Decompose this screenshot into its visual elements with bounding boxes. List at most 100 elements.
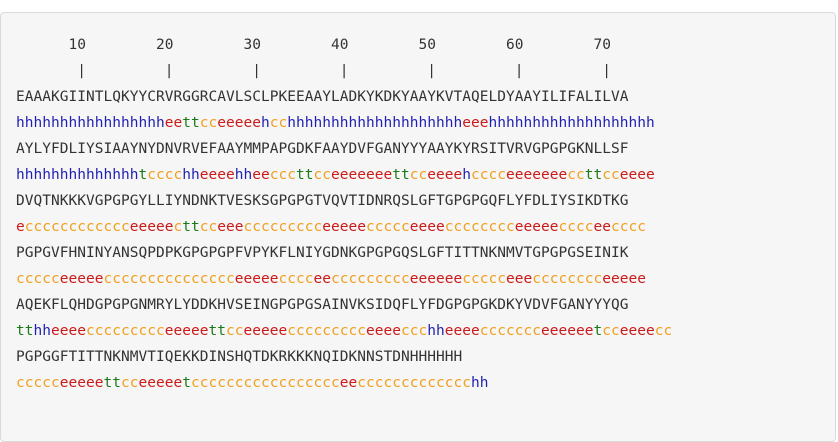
structure-char: c bbox=[497, 167, 506, 183]
structure-char: e bbox=[576, 323, 585, 339]
structure-char: h bbox=[637, 115, 646, 131]
structure-char: c bbox=[374, 271, 384, 287]
structure-char: e bbox=[409, 271, 419, 287]
structure-char: h bbox=[33, 323, 43, 339]
structure-char: c bbox=[296, 323, 305, 339]
structure-char: c bbox=[357, 375, 366, 391]
structure-char: c bbox=[42, 271, 51, 287]
structure-char: e bbox=[348, 375, 358, 391]
structure-char: c bbox=[42, 219, 51, 235]
structure-char: e bbox=[619, 323, 629, 339]
structure-char: e bbox=[471, 323, 480, 339]
structure-char: e bbox=[339, 375, 349, 391]
structure-char: e bbox=[173, 375, 183, 391]
structure-char: c bbox=[191, 375, 200, 391]
structure-char: c bbox=[532, 323, 541, 339]
structure-char: c bbox=[619, 219, 629, 235]
structure-char: c bbox=[112, 271, 121, 287]
structure-char: e bbox=[278, 323, 288, 339]
structure-char: e bbox=[558, 323, 568, 339]
structure-char: e bbox=[514, 271, 524, 287]
structure-row-6: ccccceeeeettcceeeeetccccccccccccccccceec… bbox=[16, 370, 672, 396]
structure-char: c bbox=[59, 219, 69, 235]
structure-char: c bbox=[357, 271, 366, 287]
structure-char: e bbox=[252, 271, 261, 287]
structure-row-2: hhhhhhhhhhhhhhtcccchheeeehheecccttcceeee… bbox=[16, 162, 672, 188]
structure-char: c bbox=[112, 219, 121, 235]
structure-char: h bbox=[584, 115, 594, 131]
structure-char: c bbox=[156, 323, 165, 339]
structure-char: h bbox=[42, 167, 51, 183]
structure-char: h bbox=[628, 115, 638, 131]
structure-char: c bbox=[51, 219, 60, 235]
structure-char: t bbox=[304, 167, 314, 183]
structure-char: c bbox=[409, 323, 419, 339]
structure-char: e bbox=[348, 167, 358, 183]
structure-char: c bbox=[86, 323, 95, 339]
structure-char: e bbox=[129, 219, 139, 235]
structure-char: h bbox=[121, 167, 130, 183]
structure-char: c bbox=[532, 271, 541, 287]
structure-char: h bbox=[523, 115, 533, 131]
structure-char: e bbox=[173, 115, 183, 131]
structure-char: e bbox=[313, 271, 323, 287]
structure-char: c bbox=[322, 167, 331, 183]
structure-char: e bbox=[374, 323, 384, 339]
structure-char: c bbox=[33, 271, 43, 287]
structure-char: e bbox=[523, 219, 533, 235]
structure-char: e bbox=[611, 271, 620, 287]
structure-char: c bbox=[471, 219, 480, 235]
structure-char: h bbox=[94, 115, 104, 131]
structure-char: c bbox=[182, 271, 191, 287]
structure-char: c bbox=[252, 219, 261, 235]
structure-char: c bbox=[217, 271, 226, 287]
structure-char: c bbox=[304, 219, 314, 235]
structure-char: c bbox=[576, 271, 585, 287]
structure-char: h bbox=[243, 167, 253, 183]
structure-char: c bbox=[549, 271, 559, 287]
structure-char: h bbox=[646, 115, 655, 131]
structure-char: t bbox=[103, 375, 113, 391]
structure-char: e bbox=[453, 167, 463, 183]
structure-char: c bbox=[383, 271, 393, 287]
structure-char: e bbox=[16, 219, 25, 235]
structure-char: c bbox=[348, 323, 358, 339]
structure-char: h bbox=[444, 115, 454, 131]
structure-char: e bbox=[427, 219, 436, 235]
structure-char: c bbox=[261, 375, 270, 391]
structure-char: c bbox=[208, 115, 218, 131]
structure-char: e bbox=[523, 271, 533, 287]
structure-char: e bbox=[269, 271, 279, 287]
structure-char: h bbox=[436, 323, 445, 339]
structure-char: c bbox=[173, 271, 183, 287]
structure-char: h bbox=[156, 115, 165, 131]
structure-char: t bbox=[24, 323, 34, 339]
structure-row-4: ccccceeeeeccccccccccccccceeeeecccceecccc… bbox=[16, 266, 672, 292]
structure-char: c bbox=[16, 375, 25, 391]
structure-char: e bbox=[532, 219, 541, 235]
structure-char: e bbox=[366, 323, 375, 339]
structure-char: e bbox=[77, 323, 86, 339]
structure-char: e bbox=[77, 271, 86, 287]
structure-char: e bbox=[217, 115, 226, 131]
structure-char: h bbox=[121, 115, 130, 131]
structure-char: c bbox=[313, 323, 323, 339]
structure-char: c bbox=[401, 271, 410, 287]
structure-char: e bbox=[173, 323, 183, 339]
structure-char: e bbox=[541, 219, 550, 235]
structure-char: t bbox=[296, 167, 305, 183]
structure-char: c bbox=[401, 219, 410, 235]
structure-char: t bbox=[191, 219, 200, 235]
structure-char: c bbox=[287, 323, 296, 339]
structure-char: c bbox=[366, 219, 375, 235]
structure-row-1: hhhhhhhhhhhhhhhhheettcceeeeehcchhhhhhhhh… bbox=[16, 110, 672, 136]
structure-char: h bbox=[59, 115, 69, 131]
structure-char: c bbox=[436, 375, 445, 391]
structure-char: c bbox=[514, 323, 524, 339]
structure-char: c bbox=[234, 375, 244, 391]
structure-char: c bbox=[462, 271, 471, 287]
structure-char: c bbox=[269, 219, 279, 235]
structure-char: c bbox=[322, 375, 331, 391]
structure-char: e bbox=[208, 167, 218, 183]
structure-char: c bbox=[479, 219, 489, 235]
